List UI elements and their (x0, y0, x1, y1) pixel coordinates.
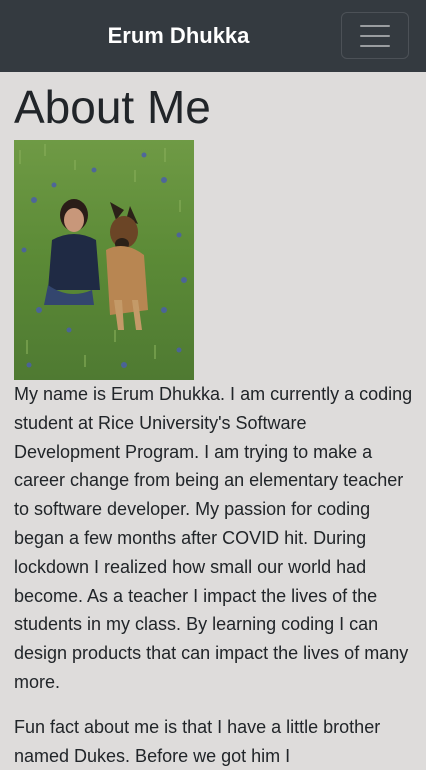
about-section: About Me My name is Erum Dhukka. I am cu… (14, 72, 414, 770)
page-title: About Me (14, 81, 211, 133)
profile-photo (14, 140, 194, 380)
hamburger-menu-icon (360, 24, 390, 27)
about-paragraph-2: Fun fact about me is that I have a littl… (14, 716, 381, 766)
profile-photo-image (14, 140, 194, 380)
navbar-toggler-button[interactable] (341, 12, 409, 59)
navbar-brand[interactable]: Erum Dhukka (0, 0, 357, 72)
about-paragraph-1: My name is Erum Dhukka. I am currently a… (14, 384, 413, 692)
hamburger-menu-icon-bar (360, 44, 390, 47)
hamburger-menu-icon-bar (360, 34, 390, 37)
top-navbar: Erum Dhukka (0, 0, 426, 72)
